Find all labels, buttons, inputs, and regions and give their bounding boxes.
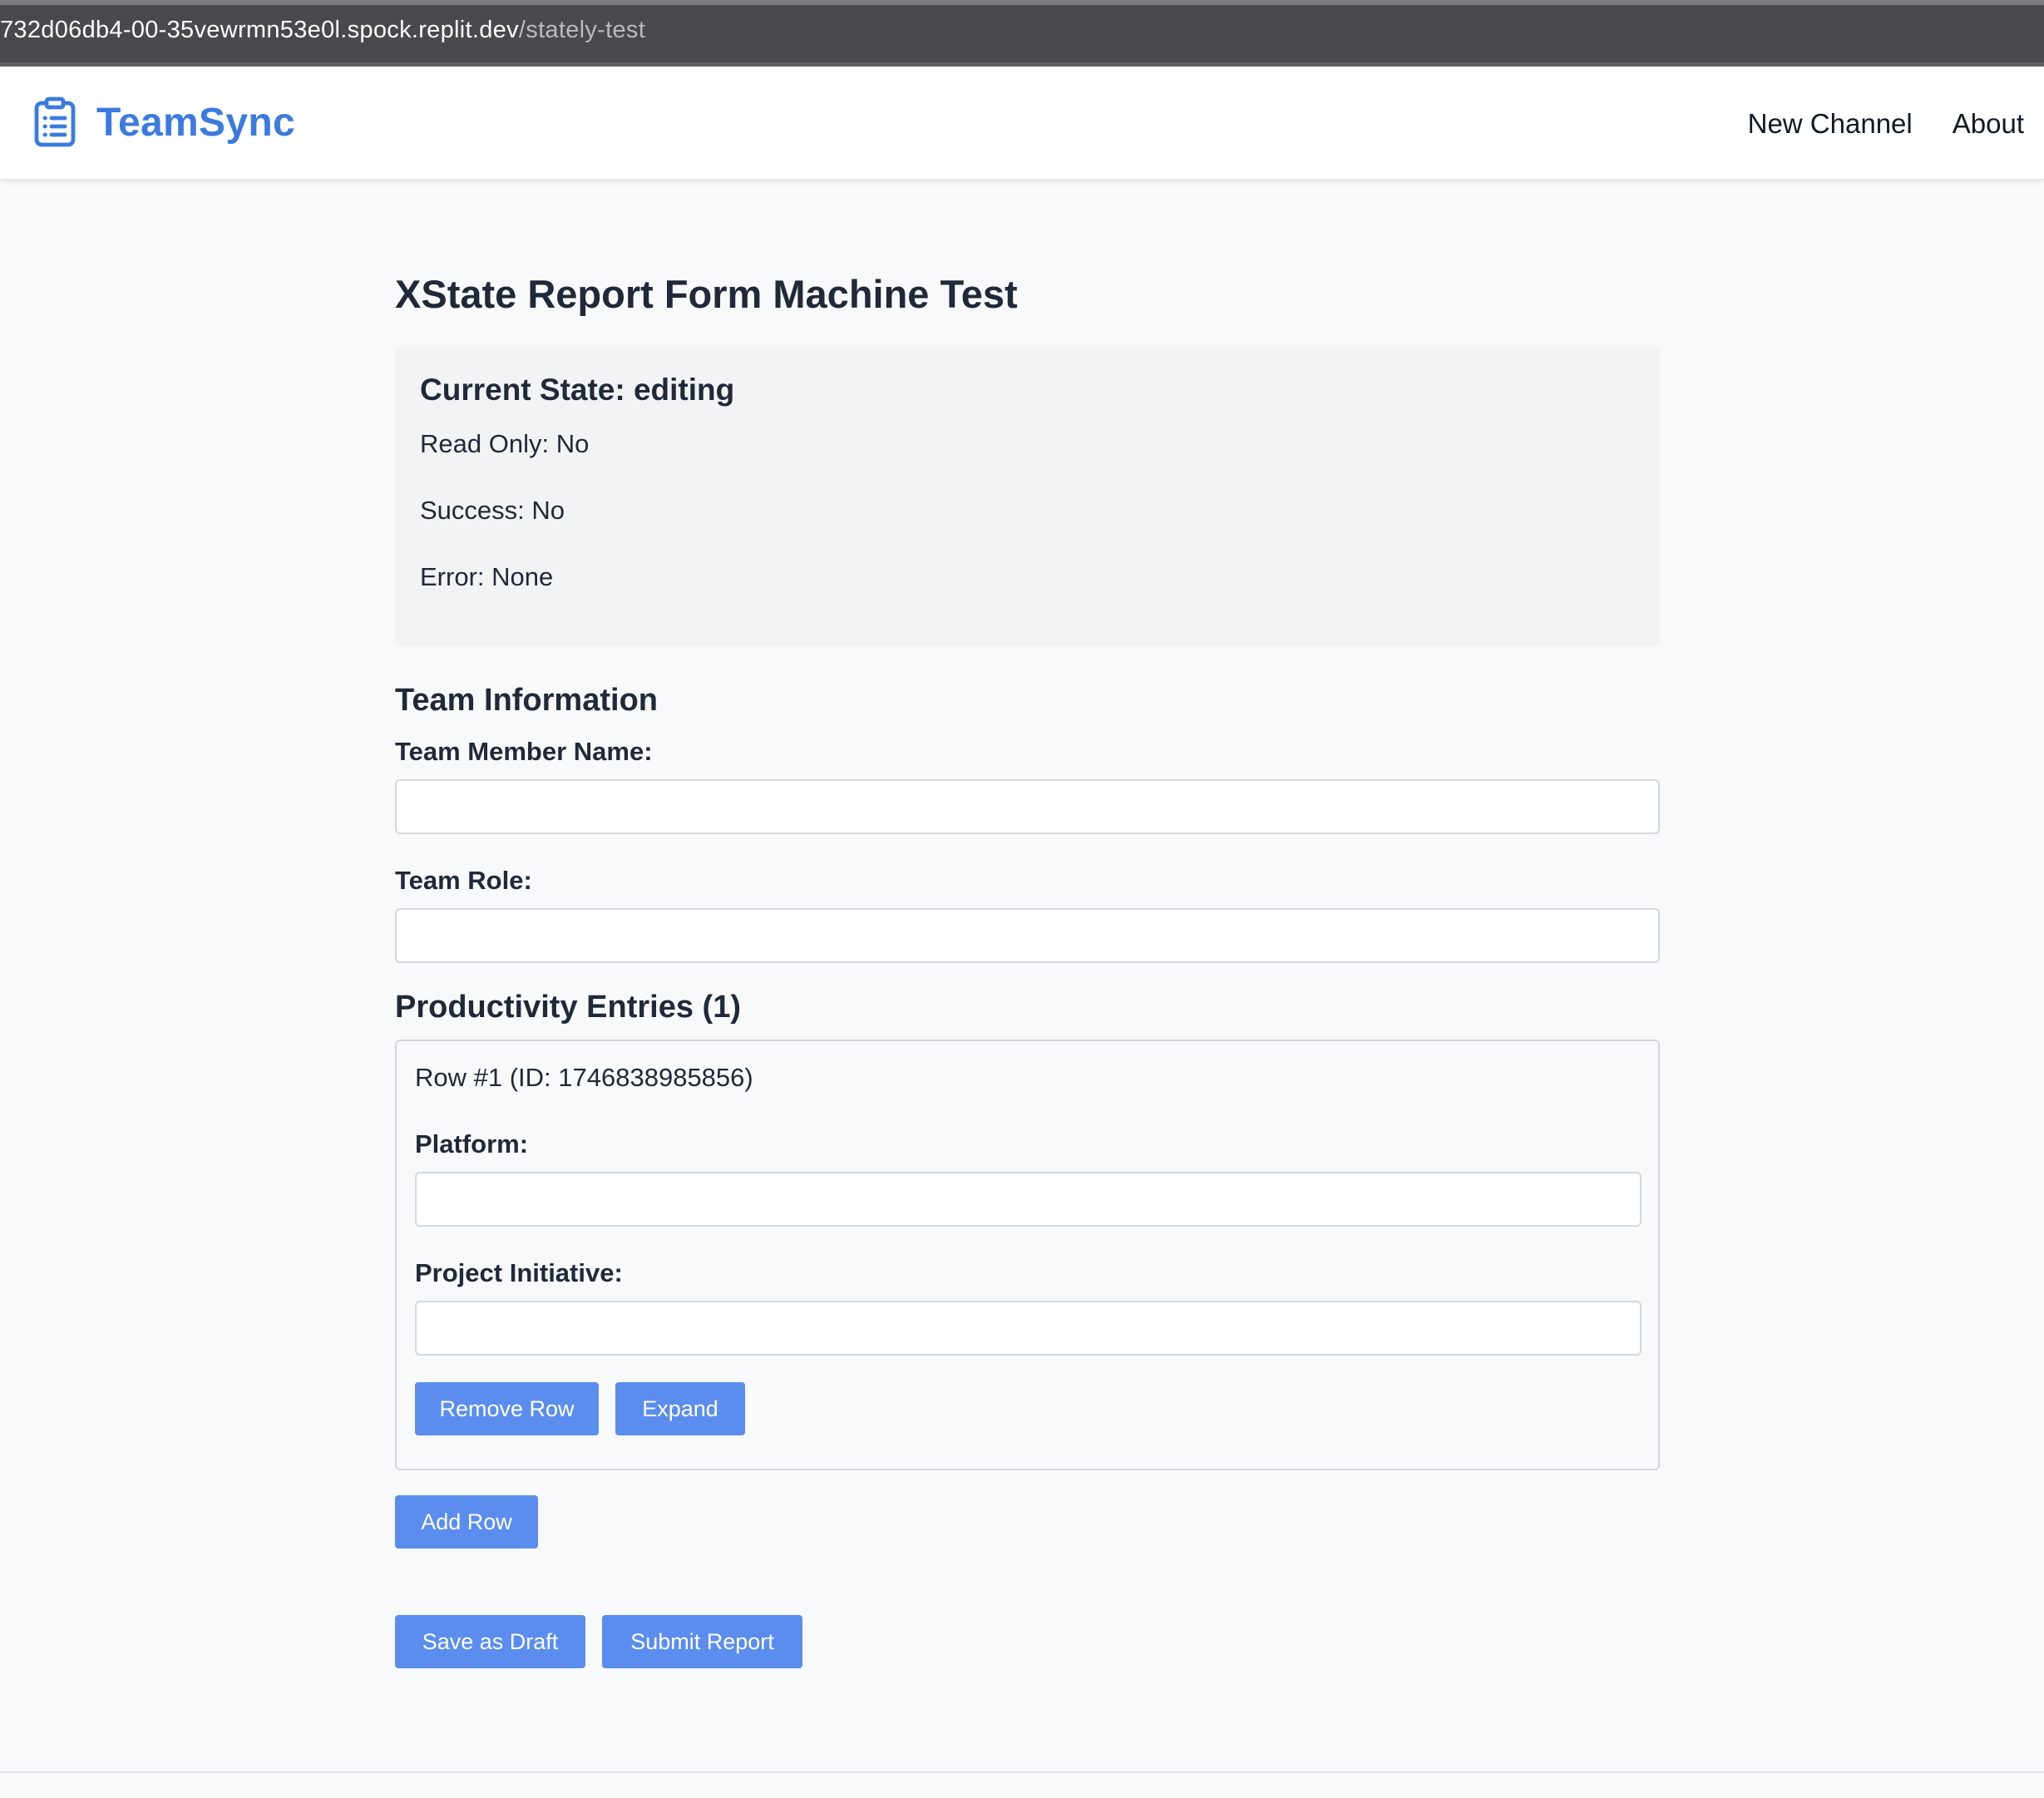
- nav-link-new-channel[interactable]: New Channel: [1748, 108, 1913, 140]
- team-role-input[interactable]: [395, 908, 1660, 963]
- project-initiative-label: Project Initiative:: [415, 1258, 623, 1287]
- current-state-title: Current State: editing: [420, 373, 735, 407]
- team-member-name-label: Team Member Name:: [395, 737, 653, 766]
- team-info-heading: Team Information: [395, 683, 658, 718]
- save-draft-button[interactable]: Save as Draft: [395, 1615, 585, 1668]
- remove-row-button[interactable]: Remove Row: [415, 1382, 599, 1435]
- browser-url-bar[interactable]: 732d06db4-00-35vewrmn53e0l.spock.replit.…: [0, 0, 2044, 67]
- brand-name: TeamSync: [96, 100, 295, 145]
- url-path: /stately-test: [518, 17, 646, 43]
- url-text[interactable]: 732d06db4-00-35vewrmn53e0l.spock.replit.…: [0, 17, 645, 44]
- team-member-name-input[interactable]: [395, 779, 1660, 834]
- team-role-label: Team Role:: [395, 866, 532, 895]
- brand-logo[interactable]: TeamSync: [33, 96, 295, 148]
- state-panel: Current State: editing Read Only: No Suc…: [395, 348, 1660, 647]
- footer-divider: [0, 1771, 2044, 1773]
- url-host: 732d06db4-00-35vewrmn53e0l.spock.replit.…: [0, 17, 519, 43]
- entry-row-card: Row #1 (ID: 1746838985856) Platform: Pro…: [395, 1040, 1660, 1470]
- success-status: Success: No: [420, 496, 565, 525]
- nav-links: New Channel About: [1708, 108, 2024, 140]
- clipboard-list-icon: [34, 96, 76, 147]
- page-title: XState Report Form Machine Test: [395, 272, 1018, 316]
- read-only-status: Read Only: No: [420, 429, 590, 458]
- project-initiative-input[interactable]: [415, 1301, 1642, 1356]
- nav-link-about[interactable]: About: [1953, 108, 2024, 140]
- platform-label: Platform:: [415, 1129, 529, 1158]
- platform-input[interactable]: [415, 1172, 1642, 1227]
- entry-row-title: Row #1 (ID: 1746838985856): [415, 1063, 753, 1092]
- expand-button[interactable]: Expand: [615, 1382, 745, 1435]
- productivity-entries-heading: Productivity Entries (1): [395, 990, 741, 1025]
- app-navbar: TeamSync New Channel About: [0, 67, 2044, 180]
- add-row-button[interactable]: Add Row: [395, 1495, 538, 1549]
- error-status: Error: None: [420, 562, 554, 591]
- submit-report-button[interactable]: Submit Report: [602, 1615, 802, 1668]
